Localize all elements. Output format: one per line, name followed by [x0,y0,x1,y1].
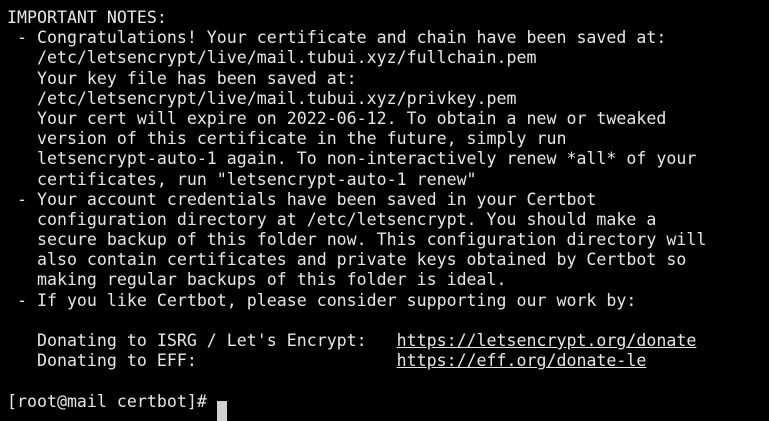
terminal-line: /etc/letsencrypt/live/mail.tubui.xyz/pri… [7,88,517,108]
terminal-line: IMPORTANT NOTES: [7,8,167,27]
terminal-line: also contain certificates and private ke… [7,250,687,270]
donate-line-isrg: Donating to ISRG / Let's Encrypt: https:… [7,331,769,351]
terminal[interactable]: IMPORTANT NOTES: - Congratulations! Your… [0,0,769,421]
terminal-line: making regular backups of this folder is… [7,270,507,290]
terminal-line: /etc/letsencrypt/live/mail.tubui.xyz/ful… [7,48,537,68]
terminal-line: secure backup of this folder now. This c… [7,230,707,250]
donate-link-isrg[interactable]: https://letsencrypt.org/donate [397,331,697,350]
terminal-line: - Congratulations! Your certificate and … [7,28,667,48]
terminal-line: - If you like Certbot, please consider s… [7,290,637,310]
terminal-line: certificates, run "letsencrypt-auto-1 re… [7,169,477,189]
prompt-line[interactable]: [root@mail certbot]# [7,391,769,421]
donate-label: Donating to EFF: [7,351,397,371]
cursor [216,400,227,421]
terminal-line: Your key file has been saved at: [7,68,357,88]
terminal-line: Your cert will expire on 2022-06-12. To … [7,108,667,128]
terminal-line: letsencrypt-auto-1 again. To non-interac… [7,149,697,169]
terminal-line: - Your account credentials have been sav… [7,189,597,209]
donate-label: Donating to ISRG / Let's Encrypt: [7,331,397,350]
terminal-line: configuration directory at /etc/letsencr… [7,209,657,229]
donate-link-eff[interactable]: https://eff.org/donate-le [397,351,647,370]
terminal-line: version of this certificate in the futur… [7,129,567,149]
shell-prompt: [root@mail certbot]# [7,391,217,411]
donate-line-eff: Donating to EFF: https://eff.org/donate-… [7,351,769,371]
